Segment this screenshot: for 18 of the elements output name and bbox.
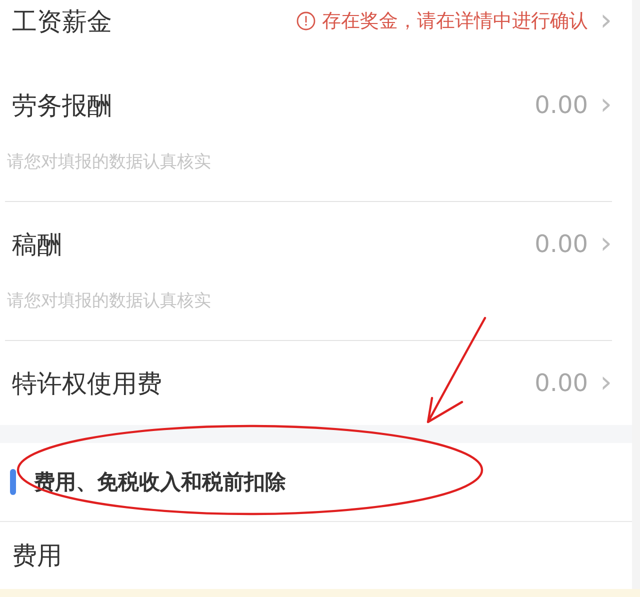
alert-message: 存在奖金，请在详情中进行确认	[322, 9, 588, 34]
item-label: 特许权使用费	[12, 368, 163, 400]
item-label: 劳务报酬	[12, 90, 113, 122]
item-label: 稿酬	[12, 228, 63, 260]
section-title: 费用、免税收入和税前扣除	[34, 469, 286, 496]
amount-value: 0.00	[534, 230, 588, 258]
amount-value: 0.00	[534, 369, 588, 397]
warning-icon	[296, 11, 316, 31]
accent-bar	[10, 469, 16, 495]
chevron-icon[interactable]: ›	[600, 90, 612, 120]
hint-text: 请您对填报的数据认真核实	[6, 151, 212, 174]
amount-value: 0.00	[534, 91, 588, 119]
item-label: 费用	[12, 540, 62, 572]
hint-text: 请您对填报的数据认真核实	[6, 290, 212, 313]
chevron-icon[interactable]: ›	[600, 368, 612, 398]
chevron-icon[interactable]: ›	[600, 6, 612, 36]
item-label: 工资薪金	[12, 6, 113, 38]
chevron-icon[interactable]: ›	[600, 229, 612, 259]
